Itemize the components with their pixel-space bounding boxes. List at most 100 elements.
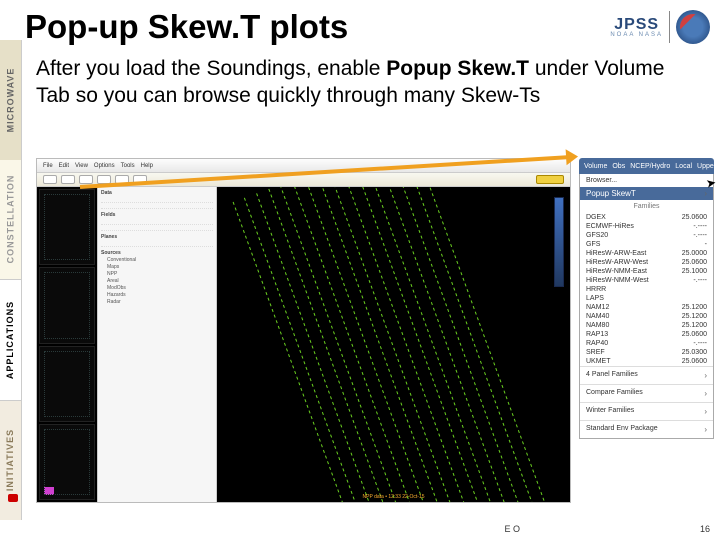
sidebar-tab-microwave[interactable]: MICROWAVE bbox=[0, 40, 22, 160]
family-name: HiResW-NMM-East bbox=[586, 268, 647, 275]
side-tabs: MICROWAVE CONSTELLATION APPLICATIONS INI… bbox=[0, 40, 22, 520]
family-value: 25.1200 bbox=[682, 304, 707, 311]
nws-logo-icon bbox=[676, 10, 710, 44]
submenu-item[interactable]: 4 Panel Families› bbox=[580, 366, 713, 384]
browser-section-header: Sources bbox=[101, 250, 213, 256]
thumbnail-strip bbox=[37, 187, 97, 502]
toolbar-button[interactable] bbox=[133, 175, 147, 184]
family-name: LAPS bbox=[586, 295, 604, 302]
jpss-logo-subtext: NOAA NASA bbox=[610, 32, 663, 38]
family-row[interactable]: NAM80 25.1200 bbox=[580, 321, 713, 330]
family-name: NAM40 bbox=[586, 313, 609, 320]
volume-menu-body: Browser... Popup SkewT › Families DGEX25… bbox=[579, 174, 714, 439]
menu-item[interactable]: Help bbox=[141, 163, 153, 169]
tree-item[interactable]: Conventional bbox=[101, 257, 213, 264]
family-row[interactable]: HiResW-NMM-West-.---- bbox=[580, 276, 713, 285]
body-paragraph: After you load the Soundings, enable Pop… bbox=[36, 55, 700, 110]
thumbnail[interactable] bbox=[39, 267, 95, 343]
map-timestamp: NPP data • 12:33 22-Oct-15 bbox=[363, 494, 425, 500]
family-row[interactable]: GFS20-.---- bbox=[580, 231, 713, 240]
family-row[interactable]: SREF25.0300 bbox=[580, 348, 713, 357]
submenu-item[interactable]: Compare Families› bbox=[580, 384, 713, 402]
vol-tab-ncep[interactable]: NCEP/Hydro bbox=[630, 163, 670, 170]
thumbnail[interactable] bbox=[39, 346, 95, 422]
family-row[interactable]: GFS- bbox=[580, 240, 713, 249]
menu-item[interactable]: Edit bbox=[59, 163, 69, 169]
app-toolbar bbox=[37, 173, 570, 187]
tree-item[interactable]: Maps bbox=[101, 264, 213, 271]
menu-item[interactable]: File bbox=[43, 163, 53, 169]
submenu-item[interactable]: Standard Env Package› bbox=[580, 420, 713, 438]
submenu-item[interactable]: Winter Families› bbox=[580, 402, 713, 420]
family-name: NAM12 bbox=[586, 304, 609, 311]
family-value: 25.0300 bbox=[682, 349, 707, 356]
tree-item[interactable]: Radar bbox=[101, 299, 213, 306]
thumbnail[interactable] bbox=[39, 189, 95, 265]
family-row[interactable]: DGEX25.0600 bbox=[580, 213, 713, 222]
app-screenshot: File Edit View Options Tools Help bbox=[36, 158, 571, 503]
jpss-logo: JPSS NOAA NASA bbox=[610, 16, 663, 38]
tree-item[interactable]: Hazards bbox=[101, 292, 213, 299]
toolbar-button[interactable] bbox=[43, 175, 57, 184]
family-name: RAP40 bbox=[586, 340, 608, 347]
family-row[interactable]: HiResW-ARW-East 25.0000 bbox=[580, 249, 713, 258]
family-value: 25.0600 bbox=[682, 331, 707, 338]
family-value: -.---- bbox=[693, 223, 707, 230]
family-value: 25.0600 bbox=[682, 214, 707, 221]
vol-tab-local[interactable]: Local bbox=[675, 163, 692, 170]
family-value: 25.0000 bbox=[682, 250, 707, 257]
family-row[interactable]: NAM12 25.1200 bbox=[580, 303, 713, 312]
toolbar-button[interactable] bbox=[61, 175, 75, 184]
toolbar-button[interactable] bbox=[115, 175, 129, 184]
color-scale-icon bbox=[554, 197, 564, 287]
family-row[interactable]: ECMWF-HiRes -.---- bbox=[580, 222, 713, 231]
tree-item[interactable]: NPP bbox=[101, 271, 213, 278]
sidebar-tab-initiatives[interactable]: INITIATIVES bbox=[0, 401, 22, 521]
body-pre: After you load the Soundings, enable bbox=[36, 57, 386, 80]
slide-header: Pop-up Skew.T plots JPSS NOAA NASA bbox=[25, 2, 710, 52]
thumbnail[interactable] bbox=[39, 424, 95, 500]
sidebar-tab-applications[interactable]: APPLICATIONS bbox=[0, 279, 22, 401]
vol-tab-obs[interactable]: Obs bbox=[612, 163, 625, 170]
toolbar-button[interactable] bbox=[79, 175, 93, 184]
vol-tab-volume[interactable]: Volume bbox=[584, 163, 607, 170]
family-value: -.---- bbox=[693, 340, 707, 347]
popup-skewt-item[interactable]: Popup SkewT › bbox=[580, 187, 713, 200]
footer-eo: E O bbox=[504, 524, 520, 534]
body-bold: Popup Skew.T bbox=[386, 57, 529, 80]
menu-item[interactable]: Tools bbox=[121, 163, 135, 169]
data-browser-panel: Data Fields Planes Sources Conventional … bbox=[97, 187, 217, 502]
family-value: 25.1000 bbox=[682, 268, 707, 275]
toolbar-button[interactable] bbox=[97, 175, 111, 184]
family-row[interactable]: HRRR bbox=[580, 285, 713, 294]
tree-item[interactable]: ModObs bbox=[101, 285, 213, 292]
families-list: DGEX25.0600ECMWF-HiRes-.----GFS20-.----G… bbox=[580, 213, 713, 366]
app-menubar: File Edit View Options Tools Help bbox=[37, 159, 570, 173]
family-row[interactable]: HiResW-NMM-East 25.1000 bbox=[580, 267, 713, 276]
family-row[interactable]: NAM40 25.1200 bbox=[580, 312, 713, 321]
vol-tab-upper[interactable]: Uppe bbox=[697, 163, 714, 170]
browser-section-header: Planes bbox=[101, 234, 213, 240]
family-row[interactable]: UKMET25.0600 bbox=[580, 357, 713, 366]
slide-title: Pop-up Skew.T plots bbox=[25, 8, 348, 46]
volume-browser-item[interactable]: Browser... bbox=[580, 174, 713, 187]
tree-item[interactable]: Areal bbox=[101, 278, 213, 285]
sidebar-tab-constellation[interactable]: CONSTELLATION bbox=[0, 160, 22, 280]
families-header: Families bbox=[580, 200, 713, 213]
family-name: HiResW-ARW-East bbox=[586, 250, 646, 257]
chevron-right-icon: › bbox=[704, 425, 707, 434]
menu-item[interactable]: View bbox=[75, 163, 88, 169]
family-row[interactable]: HiResW-ARW-West25.0600 bbox=[580, 258, 713, 267]
family-row[interactable]: LAPS bbox=[580, 294, 713, 303]
map-viewport[interactable]: NPP data • 12:33 22-Oct-15 bbox=[217, 187, 570, 502]
cursor-icon: ➤ bbox=[705, 175, 717, 191]
family-row[interactable]: RAP1325.0600 bbox=[580, 330, 713, 339]
toolbar-warn-button[interactable] bbox=[536, 175, 564, 184]
family-row[interactable]: RAP40 -.---- bbox=[580, 339, 713, 348]
menu-item[interactable]: Options bbox=[94, 163, 115, 169]
family-value: 25.1200 bbox=[682, 322, 707, 329]
family-value: 25.1200 bbox=[682, 313, 707, 320]
family-name: NAM80 bbox=[586, 322, 609, 329]
family-name: ECMWF-HiRes bbox=[586, 223, 634, 230]
chevron-right-icon: › bbox=[704, 371, 707, 380]
